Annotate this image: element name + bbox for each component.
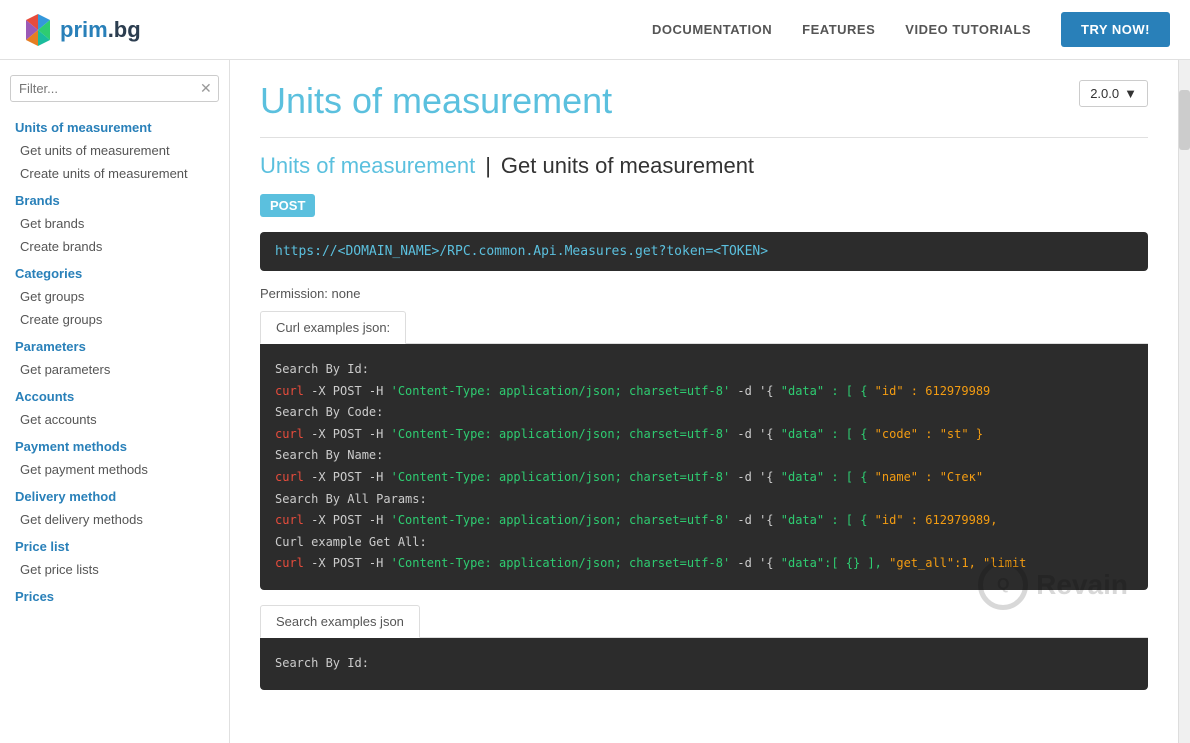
sidebar-filter-container: ✕ (10, 75, 219, 102)
search-examples-tab[interactable]: Search examples json (260, 605, 420, 638)
header-nav: DOCUMENTATION FEATURES VIDEO TUTORIALS T… (652, 12, 1170, 47)
sidebar-item-get-groups[interactable]: Get groups (0, 285, 229, 308)
section-title: Units of measurement | Get units of meas… (260, 153, 1148, 179)
page-title: Units of measurement (260, 80, 1148, 138)
sidebar-item-get-brands[interactable]: Get brands (0, 212, 229, 235)
search-code-box: Search By Id: (260, 638, 1148, 690)
section-title-sep: | (485, 153, 491, 179)
sidebar-item-create-units[interactable]: Create units of measurement (0, 162, 229, 185)
curl-tab-bar: Curl examples json: (260, 311, 1148, 344)
logo-text: prim.bg (60, 17, 141, 43)
logo: prim.bg (20, 12, 141, 48)
sidebar-item-get-units[interactable]: Get units of measurement (0, 139, 229, 162)
sidebar-item-get-payment-methods[interactable]: Get payment methods (0, 458, 229, 481)
nav-documentation[interactable]: DOCUMENTATION (652, 22, 772, 37)
sidebar-section-parameters[interactable]: Parameters (0, 331, 229, 358)
header: prim.bg DOCUMENTATION FEATURES VIDEO TUT… (0, 0, 1190, 60)
search-code-label: Search By Id: (275, 656, 369, 670)
section-title-rest: Get units of measurement (501, 153, 754, 179)
sidebar-item-get-accounts[interactable]: Get accounts (0, 408, 229, 431)
sidebar-item-create-brands[interactable]: Create brands (0, 235, 229, 258)
sidebar-section-prices[interactable]: Prices (0, 581, 229, 608)
sidebar-item-create-groups[interactable]: Create groups (0, 308, 229, 331)
clear-filter-icon[interactable]: ✕ (200, 80, 212, 97)
nav-features[interactable]: FEATURES (802, 22, 875, 37)
main-layout: ✕ Units of measurement Get units of meas… (0, 60, 1190, 743)
sidebar-item-get-price-lists[interactable]: Get price lists (0, 558, 229, 581)
curl-code-box: Search By Id: curl -X POST -H 'Content-T… (260, 344, 1148, 590)
method-badge: POST (260, 194, 315, 217)
scrollbar-thumb (1179, 90, 1190, 150)
filter-input[interactable] (19, 81, 195, 96)
version-chevron: ▼ (1124, 86, 1137, 101)
search-tab-bar: Search examples json (260, 605, 1148, 638)
sidebar-item-get-delivery-methods[interactable]: Get delivery methods (0, 508, 229, 531)
try-now-button[interactable]: TRY NOW! (1061, 12, 1170, 47)
sidebar-section-payment[interactable]: Payment methods (0, 431, 229, 458)
sidebar-section-units[interactable]: Units of measurement (0, 112, 229, 139)
sidebar-section-price-list[interactable]: Price list (0, 531, 229, 558)
permission-text: Permission: none (260, 286, 1148, 301)
sidebar-section-brands[interactable]: Brands (0, 185, 229, 212)
sidebar-section-delivery[interactable]: Delivery method (0, 481, 229, 508)
section-title-link: Units of measurement (260, 153, 475, 179)
curl-tab[interactable]: Curl examples json: (260, 311, 406, 344)
version-text: 2.0.0 (1090, 86, 1119, 101)
sidebar-section-categories[interactable]: Categories (0, 258, 229, 285)
version-badge[interactable]: 2.0.0 ▼ (1079, 80, 1148, 107)
nav-video-tutorials[interactable]: VIDEO TUTORIALS (905, 22, 1031, 37)
sidebar-item-get-parameters[interactable]: Get parameters (0, 358, 229, 381)
content-area: 2.0.0 ▼ Units of measurement Units of me… (230, 60, 1178, 743)
sidebar: ✕ Units of measurement Get units of meas… (0, 60, 230, 743)
right-scrollbar (1178, 60, 1190, 743)
url-box: https://<DOMAIN_NAME>/RPC.common.Api.Mea… (260, 232, 1148, 271)
logo-icon (20, 12, 56, 48)
sidebar-section-accounts[interactable]: Accounts (0, 381, 229, 408)
